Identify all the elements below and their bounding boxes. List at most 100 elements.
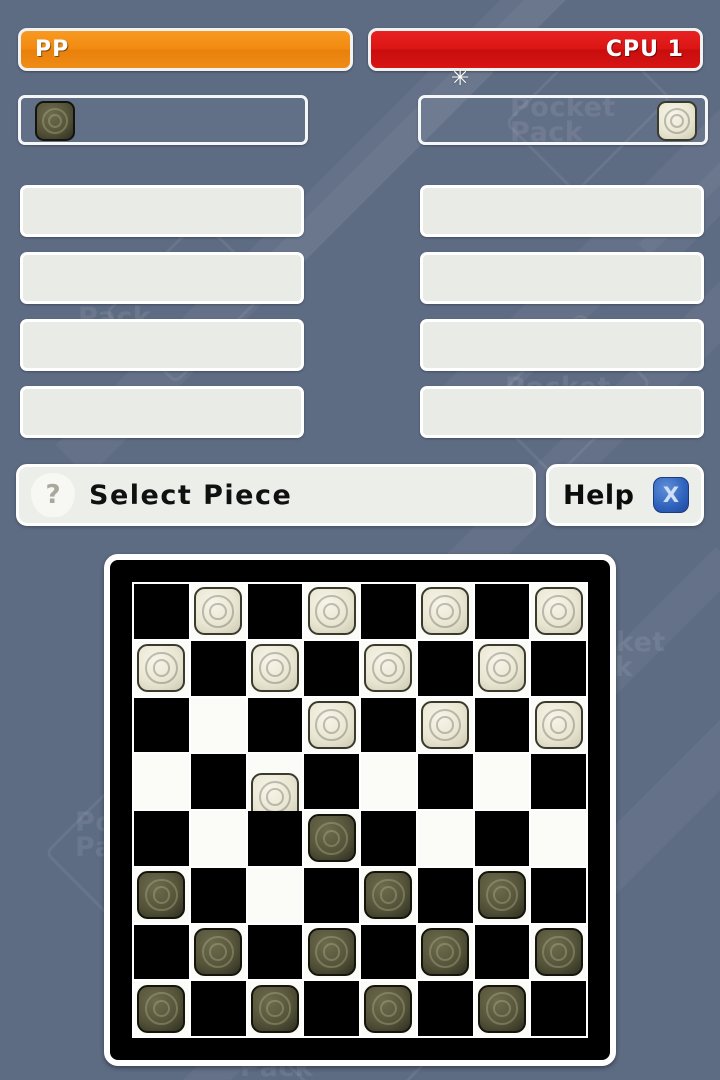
board-square[interactable] — [304, 584, 359, 639]
board-square[interactable] — [361, 640, 416, 696]
player-1-slot-3[interactable] — [20, 319, 304, 371]
dark-piece[interactable] — [137, 871, 186, 920]
board-square[interactable] — [304, 981, 359, 1036]
board-square[interactable] — [417, 981, 473, 1036]
board-square[interactable] — [361, 811, 416, 866]
board-square[interactable] — [190, 981, 246, 1036]
light-piece[interactable] — [250, 644, 299, 693]
player-2-name-bar[interactable]: CPU 1 — [368, 28, 703, 71]
board-square[interactable] — [247, 584, 303, 639]
board-square[interactable] — [247, 811, 303, 866]
player-1-slot-4[interactable] — [20, 386, 304, 438]
board-square[interactable] — [417, 640, 473, 696]
light-piece[interactable] — [307, 700, 356, 749]
board-square[interactable] — [417, 697, 473, 753]
board-square[interactable] — [531, 697, 586, 753]
board-square[interactable] — [417, 867, 473, 923]
board-square[interactable] — [134, 754, 189, 809]
dark-piece[interactable] — [194, 927, 243, 976]
player-2-slot-3[interactable] — [420, 319, 704, 371]
board-square[interactable] — [304, 811, 359, 866]
dark-piece[interactable] — [477, 871, 526, 920]
board-square[interactable] — [247, 867, 303, 923]
board-square[interactable] — [190, 867, 246, 923]
close-icon[interactable]: X — [653, 477, 689, 513]
light-piece[interactable] — [137, 644, 186, 693]
board-square[interactable] — [474, 981, 530, 1036]
board-square[interactable] — [134, 867, 189, 923]
board-square[interactable] — [474, 697, 530, 753]
board-square[interactable] — [361, 867, 416, 923]
board-square[interactable] — [474, 867, 530, 923]
board-square[interactable] — [190, 924, 246, 980]
board-square[interactable] — [531, 584, 586, 639]
board-square[interactable] — [417, 811, 473, 866]
board-square[interactable] — [531, 811, 586, 866]
board-square[interactable] — [361, 754, 416, 809]
board-square[interactable] — [417, 754, 473, 809]
board-square[interactable] — [417, 584, 473, 639]
board-square[interactable] — [247, 924, 303, 980]
light-piece[interactable] — [534, 587, 583, 636]
board-square[interactable] — [134, 640, 189, 696]
board-square[interactable] — [190, 754, 246, 809]
player-2-slot-4[interactable] — [420, 386, 704, 438]
board-square[interactable] — [361, 697, 416, 753]
board-square[interactable] — [134, 697, 189, 753]
help-button[interactable]: Help X — [546, 464, 704, 526]
board-square[interactable] — [474, 640, 530, 696]
dark-piece[interactable] — [421, 927, 470, 976]
board-square[interactable] — [190, 811, 246, 866]
board-square[interactable] — [531, 640, 586, 696]
dark-piece[interactable] — [477, 984, 526, 1033]
dark-piece[interactable] — [307, 814, 356, 863]
board-square[interactable] — [247, 754, 303, 822]
board-square[interactable] — [304, 867, 359, 923]
board-square[interactable] — [190, 640, 246, 696]
board-square[interactable] — [304, 640, 359, 696]
dark-piece[interactable] — [364, 871, 413, 920]
player-1-slot-1[interactable] — [20, 185, 304, 237]
board-square[interactable] — [304, 697, 359, 753]
board-square[interactable] — [134, 924, 189, 980]
board-square[interactable] — [531, 924, 586, 980]
board-square[interactable] — [417, 924, 473, 980]
board-square[interactable] — [247, 640, 303, 696]
board-square[interactable] — [134, 811, 189, 866]
board-square[interactable] — [361, 584, 416, 639]
light-piece[interactable] — [307, 587, 356, 636]
board-square[interactable] — [531, 754, 586, 809]
player-1-slot-2[interactable] — [20, 252, 304, 304]
dark-piece[interactable] — [250, 984, 299, 1033]
dark-piece[interactable] — [137, 984, 186, 1033]
light-piece[interactable] — [477, 644, 526, 693]
board-square[interactable] — [474, 924, 530, 980]
board-square[interactable] — [474, 754, 530, 809]
checkers-board[interactable] — [104, 554, 616, 1066]
light-piece[interactable] — [364, 644, 413, 693]
light-piece[interactable] — [421, 587, 470, 636]
light-piece[interactable] — [534, 700, 583, 749]
dark-piece[interactable] — [534, 927, 583, 976]
board-square[interactable] — [531, 981, 586, 1036]
player-2-capture-tray[interactable] — [418, 95, 708, 145]
board-square[interactable] — [361, 924, 416, 980]
board-square[interactable] — [304, 924, 359, 980]
board-square[interactable] — [361, 981, 416, 1036]
board-square[interactable] — [474, 811, 530, 866]
player-2-slot-2[interactable] — [420, 252, 704, 304]
player-1-name-bar[interactable]: PP — [18, 28, 353, 71]
dark-piece[interactable] — [364, 984, 413, 1033]
board-square[interactable] — [531, 867, 586, 923]
board-square[interactable] — [474, 584, 530, 639]
light-piece[interactable] — [421, 700, 470, 749]
dark-piece[interactable] — [307, 927, 356, 976]
light-piece[interactable] — [194, 587, 243, 636]
board-square[interactable] — [134, 981, 189, 1036]
board-square[interactable] — [247, 697, 303, 753]
board-square[interactable] — [247, 981, 303, 1036]
board-square[interactable] — [134, 584, 189, 639]
board-square[interactable] — [190, 697, 246, 753]
player-1-capture-tray[interactable] — [18, 95, 308, 145]
board-square[interactable] — [190, 584, 246, 639]
